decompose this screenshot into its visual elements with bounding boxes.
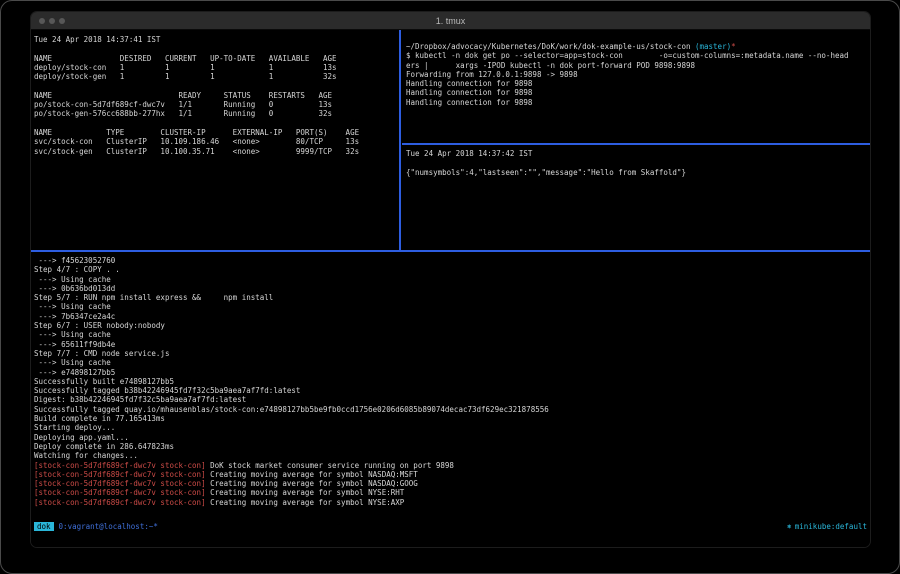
terminal-line: Handling connection for 9898: [406, 79, 867, 88]
pane-port-forward[interactable]: ~/Dropbox/advocacy/Kubernetes/DoK/work/d…: [402, 30, 870, 143]
terminal-line: [34, 81, 396, 90]
terminal-line: [stock-con-5d7df689cf-dwc7v stock-con] C…: [34, 498, 867, 507]
terminal-line: [stock-con-5d7df689cf-dwc7v stock-con] C…: [34, 488, 867, 497]
terminal-line: ers | xargs -IPOD kubectl -n dok port-fo…: [406, 61, 867, 70]
tmux-session-badge[interactable]: dok: [34, 522, 54, 531]
tmux-status-right: ⎈ minikube:default: [787, 522, 867, 531]
tmux-client: Tue 24 Apr 2018 14:37:41 IST NAME DESIRED…: [31, 30, 870, 547]
minimize-button[interactable]: [49, 18, 55, 24]
tmux-status-left: dok 0:vagrant@localhost:~*: [34, 522, 158, 531]
terminal-line: Deploying app.yaml...: [34, 433, 867, 442]
kubernetes-context-label: minikube:default: [795, 522, 867, 531]
pane-service-response[interactable]: Tue 24 Apr 2018 14:37:42 IST {"numsymbols…: [402, 145, 870, 250]
terminal-line: po/stock-gen-576cc688bb-277hx 1/1 Runnin…: [34, 109, 396, 118]
terminal-line: ---> e74898127bb5: [34, 368, 867, 377]
tmux-window-label[interactable]: 0:vagrant@localhost:~*: [59, 522, 158, 531]
pane-skaffold-build-log[interactable]: ---> f45623052760Step 4/7 : COPY . . ---…: [31, 252, 870, 520]
tmux-panes: Tue 24 Apr 2018 14:37:41 IST NAME DESIRED…: [31, 30, 870, 520]
terminal-line: Deploy complete in 286.647823ms: [34, 442, 867, 451]
window-title: 1. tmux: [436, 16, 466, 26]
terminal-line: ---> Using cache: [34, 330, 867, 339]
terminal-line: svc/stock-con ClusterIP 10.109.186.46 <n…: [34, 137, 396, 146]
terminal-line: Successfully tagged b38b42246945fd7f32c5…: [34, 386, 867, 395]
terminal-line: ---> Using cache: [34, 275, 867, 284]
window-controls: [39, 12, 65, 29]
terminal-line: [406, 158, 867, 167]
terminal-line: Step 5/7 : RUN npm install express && np…: [34, 293, 867, 302]
terminal-line: Digest: b38b42246945fd7f32c5ba9aea7af7fd…: [34, 395, 867, 404]
terminal-line: Step 6/7 : USER nobody:nobody: [34, 321, 867, 330]
zoom-button[interactable]: [59, 18, 65, 24]
terminal-line: {"numsymbols":4,"lastseen":"","message":…: [406, 168, 867, 177]
terminal-line: Build complete in 77.165413ms: [34, 414, 867, 423]
terminal-line: Handling connection for 9898: [406, 88, 867, 97]
terminal-line: ---> Using cache: [34, 358, 867, 367]
terminal-line: ---> 0b636bd013dd: [34, 284, 867, 293]
terminal-line: Forwarding from 127.0.0.1:9898 -> 9898: [406, 70, 867, 79]
tmux-status-bar: dok 0:vagrant@localhost:~* ⎈ minikube:de…: [31, 520, 870, 532]
window-titlebar: 1. tmux: [31, 12, 870, 30]
terminal-line: svc/stock-gen ClusterIP 10.100.35.71 <no…: [34, 147, 396, 156]
terminal-line: $ kubectl -n dok get po --selector=app=s…: [406, 51, 867, 60]
terminal-line: Step 7/7 : CMD node service.js: [34, 349, 867, 358]
terminal-line: Successfully built e74898127bb5: [34, 377, 867, 386]
terminal-line: po/stock-con-5d7df689cf-dwc7v 1/1 Runnin…: [34, 100, 396, 109]
terminal-line: [stock-con-5d7df689cf-dwc7v stock-con] C…: [34, 470, 867, 479]
terminal-line: ---> f45623052760: [34, 256, 867, 265]
terminal-line: NAME TYPE CLUSTER-IP EXTERNAL-IP PORT(S)…: [34, 128, 396, 137]
terminal-line: ~/Dropbox/advocacy/Kubernetes/DoK/work/d…: [406, 42, 867, 51]
terminal-line: Watching for changes...: [34, 451, 867, 460]
terminal-line: Tue 24 Apr 2018 14:37:41 IST: [34, 35, 396, 44]
terminal-line: deploy/stock-gen 1 1 1 1 32s: [34, 72, 396, 81]
terminal-line: Successfully tagged quay.io/mhausenblas/…: [34, 405, 867, 414]
terminal-window: 1. tmux Tue 24 Apr 2018 14:37:41 IST NAME…: [31, 12, 870, 547]
terminal-line: NAME READY STATUS RESTARTS AGE: [34, 91, 396, 100]
kubernetes-context-icon: ⎈: [787, 522, 792, 531]
terminal-line: Tue 24 Apr 2018 14:37:42 IST: [406, 149, 867, 158]
terminal-line: [34, 44, 396, 53]
terminal-line: Handling connection for 9898: [406, 98, 867, 107]
terminal-line: [34, 119, 396, 128]
terminal-line: ---> Using cache: [34, 302, 867, 311]
terminal-line: deploy/stock-con 1 1 1 1 13s: [34, 63, 396, 72]
terminal-line: Step 4/7 : COPY . .: [34, 265, 867, 274]
desktop: 1. tmux Tue 24 Apr 2018 14:37:41 IST NAME…: [0, 0, 900, 574]
pane-kubectl-watch[interactable]: Tue 24 Apr 2018 14:37:41 IST NAME DESIRED…: [31, 30, 399, 250]
terminal-line: Starting deploy...: [34, 423, 867, 432]
close-button[interactable]: [39, 18, 45, 24]
terminal-line: ---> 65611ff9db4e: [34, 340, 867, 349]
terminal-line: NAME DESIRED CURRENT UP-TO-DATE AVAILABL…: [34, 54, 396, 63]
terminal-line: [stock-con-5d7df689cf-dwc7v stock-con] D…: [34, 461, 867, 470]
terminal-line: ---> 7b6347ce2a4c: [34, 312, 867, 321]
pane-border-vertical[interactable]: [399, 30, 401, 250]
terminal-line: [stock-con-5d7df689cf-dwc7v stock-con] C…: [34, 479, 867, 488]
